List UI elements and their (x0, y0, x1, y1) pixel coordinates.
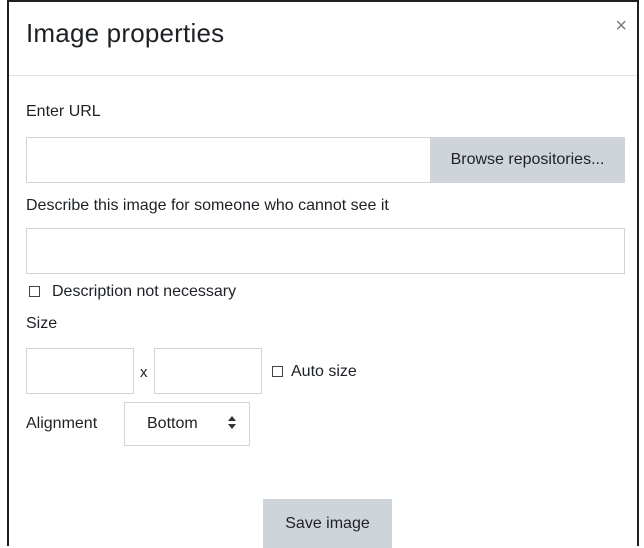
dialog-title: Image properties (26, 18, 225, 48)
alignment-label: Alignment (26, 415, 98, 432)
sort-arrows-icon (228, 416, 236, 429)
save-image-button[interactable]: Save image (263, 499, 392, 548)
image-properties-dialog: Image properties × Enter URL Browse repo… (7, 0, 639, 548)
height-input[interactable] (154, 348, 262, 394)
browse-repositories-button[interactable]: Browse repositories... (430, 137, 625, 183)
description-not-necessary-label: Description not necessary (52, 283, 237, 300)
url-input[interactable] (26, 137, 431, 183)
auto-size-checkbox[interactable] (272, 366, 283, 377)
auto-size-label: Auto size (291, 363, 357, 380)
alignment-select-value: Bottom (147, 415, 198, 432)
close-icon[interactable]: × (615, 16, 627, 36)
url-label: Enter URL (26, 103, 101, 120)
description-not-necessary-checkbox[interactable] (29, 286, 40, 297)
description-input[interactable] (26, 228, 625, 274)
size-separator: x (140, 364, 148, 381)
size-label: Size (26, 315, 58, 332)
alignment-select[interactable]: Bottom (124, 402, 250, 446)
description-label: Describe this image for someone who cann… (26, 197, 389, 214)
width-input[interactable] (26, 348, 134, 394)
dialog-header: Image properties × (9, 2, 637, 76)
